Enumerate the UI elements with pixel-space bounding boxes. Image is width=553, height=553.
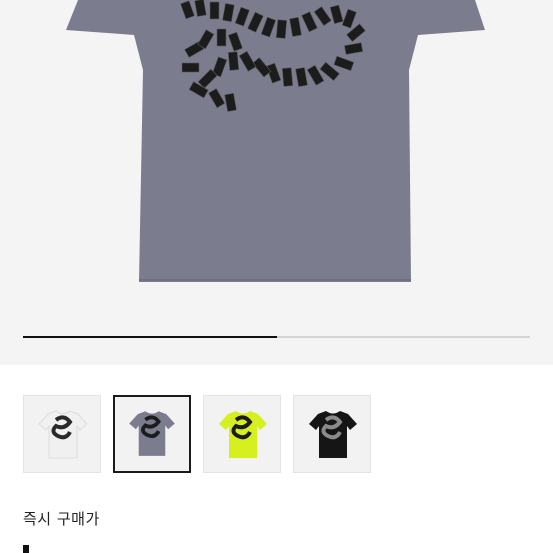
- thumbnail-strip: [0, 395, 553, 475]
- white-tshirt-thumbnail[interactable]: [23, 395, 101, 473]
- gray-tshirt-graphic: [66, 0, 485, 282]
- product-hero-image[interactable]: [0, 0, 553, 365]
- instant-buy-price-label: 즉시 구매가: [23, 510, 100, 528]
- price-value-partial: [23, 545, 29, 553]
- gray-tshirt-thumbnail[interactable]: [113, 395, 191, 473]
- black-tshirt-thumbnail[interactable]: [293, 395, 371, 473]
- gallery-progress-bar: [23, 336, 530, 338]
- gallery-progress-fill: [23, 336, 277, 338]
- lime-tshirt-thumbnail[interactable]: [203, 395, 281, 473]
